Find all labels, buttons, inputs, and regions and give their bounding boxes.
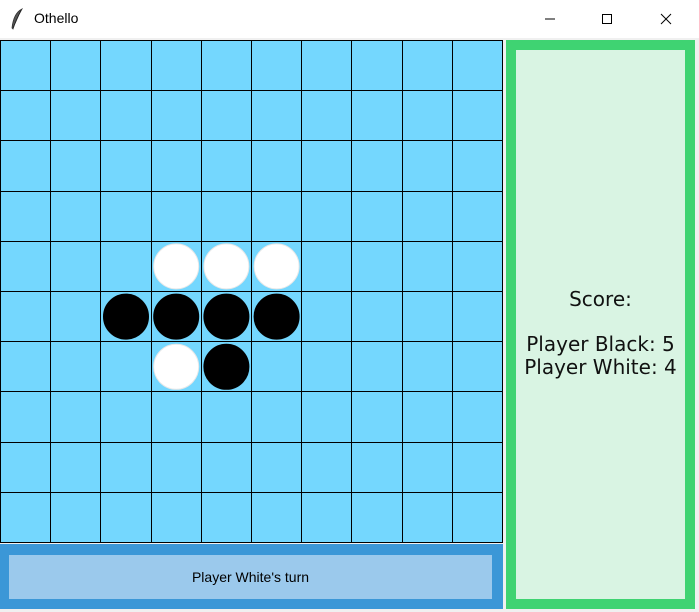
black-piece[interactable] xyxy=(203,293,250,340)
black-piece[interactable] xyxy=(203,343,250,390)
black-piece[interactable] xyxy=(103,293,149,340)
score-heading: Score: xyxy=(569,287,632,311)
title-bar[interactable]: Othello xyxy=(0,0,699,38)
white-piece[interactable] xyxy=(203,243,250,290)
status-label: Player White's turn xyxy=(9,555,492,599)
close-icon xyxy=(660,13,672,25)
minimize-button[interactable] xyxy=(527,0,573,38)
feather-icon xyxy=(11,8,24,30)
score-spacer xyxy=(516,311,685,333)
close-button[interactable] xyxy=(643,0,689,38)
minimize-icon xyxy=(545,18,555,20)
score-text: Score: Player Black: 5 Player White: 4 xyxy=(516,288,685,379)
score-white: Player White: 4 xyxy=(524,355,677,379)
maximize-button[interactable] xyxy=(584,0,630,38)
maximize-icon xyxy=(602,14,612,24)
white-piece[interactable] xyxy=(153,243,200,290)
white-piece[interactable] xyxy=(153,343,200,390)
othello-window: Othello Player White's turn Score: Playe… xyxy=(0,0,699,612)
black-piece[interactable] xyxy=(153,293,200,340)
white-piece[interactable] xyxy=(253,243,300,290)
game-board[interactable] xyxy=(0,40,503,543)
black-piece[interactable] xyxy=(253,293,300,340)
status-panel: Player White's turn xyxy=(0,544,503,609)
score-black: Player Black: 5 xyxy=(526,332,675,356)
window-title: Othello xyxy=(34,10,79,26)
score-panel-inner: Score: Player Black: 5 Player White: 4 xyxy=(516,50,685,599)
score-panel: Score: Player Black: 5 Player White: 4 xyxy=(506,40,695,609)
board-canvas[interactable] xyxy=(0,40,503,543)
